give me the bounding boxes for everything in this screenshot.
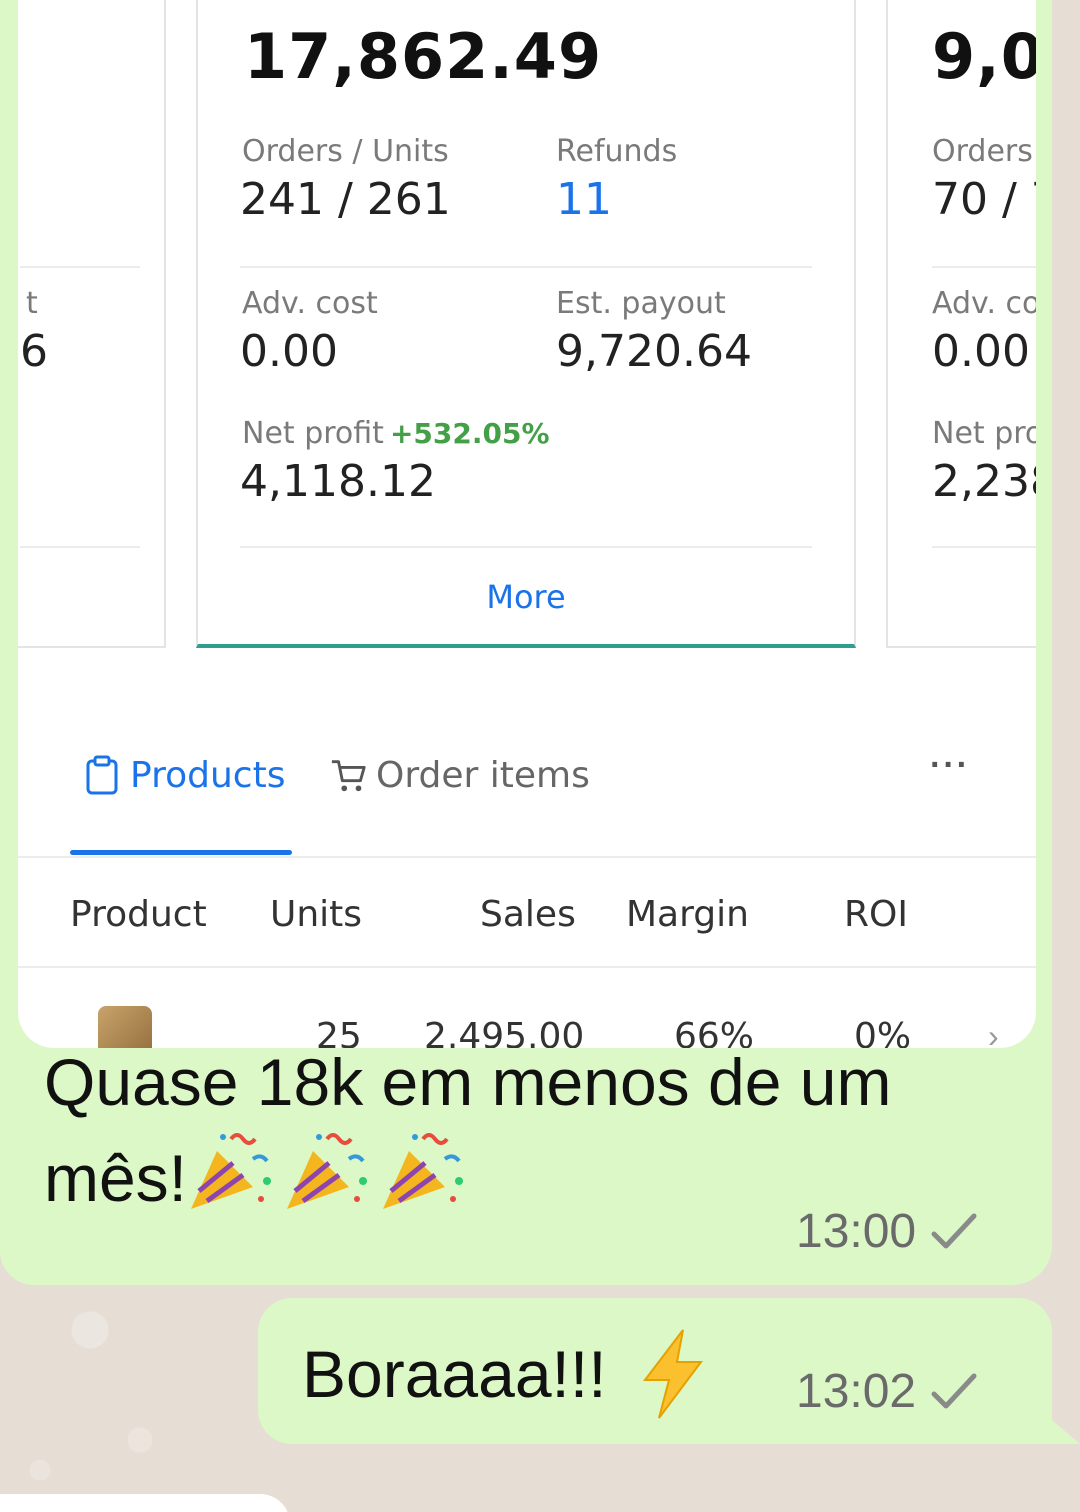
lightning-icon [642, 1329, 703, 1419]
message-text: Boraaaa!!! [302, 1337, 607, 1411]
cart-icon [331, 760, 366, 792]
timestamp-text: 13:02 [796, 1365, 917, 1418]
outgoing-message-bubble[interactable]: Boraaaa!!! 13:02 [258, 1298, 1052, 1444]
orders-units-label: Orders / Units [242, 134, 449, 169]
est-payout-value: 9,720.64 [556, 326, 752, 377]
adv-cost-label: Adv. cost [242, 286, 378, 321]
net-profit-label-text: Net profit [242, 416, 384, 451]
refunds-label: Refunds [556, 134, 678, 169]
tab-products[interactable]: Products [84, 750, 285, 800]
input-area-edge [0, 1494, 290, 1512]
left-summary-card[interactable]: t 6 [18, 0, 166, 648]
sent-check-icon [931, 1213, 977, 1248]
left-card-value: 6 [20, 326, 48, 377]
tab-bar: Products Order items ··· [18, 740, 1036, 858]
right-summary-card[interactable]: 9,04 Orders 70 / 7 Adv. co 0.00 Net pro … [886, 0, 1036, 648]
shared-screenshot-image[interactable]: t 6 17,862.49 Orders / Units 241 / 261 R… [18, 0, 1036, 1048]
est-payout-label: Est. payout [556, 286, 726, 321]
table-header: Product Units Sales Margin ROI [18, 860, 1036, 968]
tab-order-items[interactable]: Order items [330, 750, 590, 800]
more-link[interactable]: More [198, 578, 854, 616]
message-timestamp: 13:00 [796, 1204, 978, 1259]
right-net-profit-value: 2,238 [932, 456, 1036, 507]
tab-products-label: Products [130, 754, 286, 796]
more-menu-icon[interactable]: ··· [930, 746, 970, 785]
refunds-value[interactable]: 11 [556, 174, 612, 225]
column-sales[interactable]: Sales [480, 894, 576, 935]
outgoing-message-text: Boraaaa!!! [302, 1328, 709, 1420]
net-profit-change: +532.05% [389, 417, 550, 450]
active-tab-indicator [70, 850, 292, 855]
center-summary-card[interactable]: 17,862.49 Orders / Units 241 / 261 Refun… [196, 0, 856, 648]
net-profit-label: Net profit +532.05% [242, 416, 550, 451]
party-popper-icon [287, 1133, 368, 1209]
party-popper-icon [383, 1133, 464, 1209]
tab-order-items-label: Order items [376, 754, 590, 796]
adv-cost-value: 0.00 [240, 326, 338, 377]
left-card-label: t [26, 286, 38, 321]
timestamp-text: 13:00 [796, 1205, 917, 1258]
message-text: Quase 18k em menos de um mês! [44, 1045, 892, 1215]
right-sales-value: 9,04 [932, 20, 1036, 93]
column-margin[interactable]: Margin [626, 894, 749, 935]
message-timestamp: 13:02 [796, 1364, 978, 1419]
right-net-profit-label: Net pro [932, 416, 1036, 451]
incoming-message-bubble[interactable]: t 6 17,862.49 Orders / Units 241 / 261 R… [0, 0, 1052, 1285]
sales-value: 17,862.49 [244, 20, 603, 93]
column-product[interactable]: Product [70, 894, 207, 935]
party-popper-icon [191, 1133, 272, 1209]
right-orders-label: Orders [932, 134, 1033, 169]
right-orders-value: 70 / 7 [932, 174, 1036, 225]
orders-units-value: 241 / 261 [240, 174, 451, 225]
right-adv-cost-value: 0.00 [932, 326, 1030, 377]
clipboard-icon [86, 755, 118, 795]
column-units[interactable]: Units [270, 894, 362, 935]
net-profit-value: 4,118.12 [240, 456, 436, 507]
right-adv-cost-label: Adv. co [932, 286, 1036, 321]
incoming-message-text: Quase 18k em menos de um mês! [44, 1035, 1004, 1225]
column-roi[interactable]: ROI [844, 894, 908, 935]
sent-check-icon [931, 1373, 977, 1408]
